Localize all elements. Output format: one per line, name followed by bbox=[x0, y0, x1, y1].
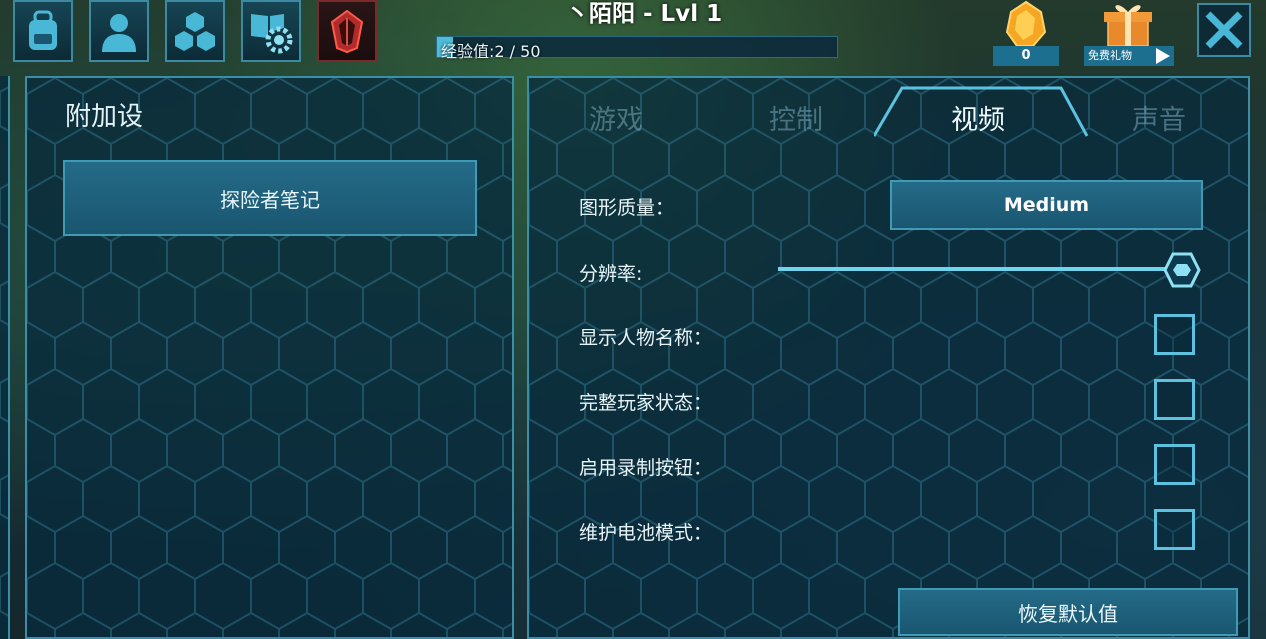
xp-bar: 经验值:2 / 50 bbox=[436, 36, 838, 61]
top-bar: 丶陌阳 - Lvl 1 经验值:2 / 50 0 免费礼物 bbox=[0, 0, 1266, 70]
slider-handle[interactable] bbox=[1163, 252, 1201, 288]
implant-button[interactable] bbox=[317, 0, 377, 62]
close-button[interactable] bbox=[1197, 3, 1251, 57]
gift-label-text: 免费礼物 bbox=[1088, 49, 1132, 62]
edge-panel bbox=[0, 76, 10, 639]
options-panel: 游戏 控制 视频 声音 图形质量： Medium 分辨率: 显示人物名称： 完整… bbox=[527, 76, 1250, 639]
battery-mode-checkbox[interactable] bbox=[1154, 509, 1195, 550]
specimen-implant-icon bbox=[330, 9, 364, 54]
character-button[interactable] bbox=[89, 0, 149, 62]
reset-defaults-button[interactable]: 恢复默认值 bbox=[898, 588, 1238, 636]
panel-title: 附加设 bbox=[65, 102, 144, 132]
inventory-button[interactable] bbox=[13, 0, 73, 62]
character-icon bbox=[102, 14, 136, 52]
show-names-checkbox[interactable] bbox=[1154, 314, 1195, 355]
tab-audio[interactable]: 声音 bbox=[1132, 98, 1186, 137]
battery-mode-label: 维护电池模式： bbox=[579, 522, 713, 544]
graphics-quality-button[interactable]: Medium bbox=[890, 180, 1203, 230]
show-names-label: 显示人物名称： bbox=[579, 327, 713, 349]
graphics-quality-label: 图形质量： bbox=[579, 197, 675, 219]
engrams-button[interactable] bbox=[165, 0, 225, 62]
full-status-checkbox[interactable] bbox=[1154, 379, 1195, 420]
gem-count: 0 bbox=[993, 46, 1059, 66]
record-button-checkbox[interactable] bbox=[1154, 444, 1195, 485]
explorer-notes-button[interactable]: 探险者笔记 bbox=[63, 160, 477, 236]
settings-button[interactable] bbox=[241, 0, 301, 62]
record-button-label: 启用录制按钮： bbox=[579, 457, 713, 479]
play-icon bbox=[1156, 48, 1170, 64]
gem-store-button[interactable]: 0 bbox=[993, 0, 1059, 66]
gift-label: 免费礼物 bbox=[1084, 46, 1174, 66]
gift-icon bbox=[1104, 5, 1152, 47]
full-status-label: 完整玩家状态： bbox=[579, 392, 713, 414]
additional-settings-panel: 附加设 探险者笔记 bbox=[25, 76, 514, 639]
engrams-icon bbox=[175, 12, 215, 51]
player-name: 丶陌阳 - Lvl 1 bbox=[566, 1, 723, 27]
resolution-label: 分辨率: bbox=[579, 263, 643, 285]
tab-game[interactable]: 游戏 bbox=[589, 98, 643, 137]
amber-gem-icon bbox=[1005, 0, 1047, 47]
book-gear-icon bbox=[251, 14, 293, 54]
tab-controls[interactable]: 控制 bbox=[769, 98, 823, 137]
tab-video[interactable]: 视频 bbox=[951, 98, 1005, 137]
backpack-icon bbox=[29, 10, 57, 50]
xp-label: 经验值:2 / 50 bbox=[441, 42, 541, 61]
resolution-slider[interactable] bbox=[778, 267, 1188, 271]
close-icon bbox=[1205, 11, 1243, 49]
free-gift-button[interactable]: 免费礼物 bbox=[1084, 0, 1174, 66]
